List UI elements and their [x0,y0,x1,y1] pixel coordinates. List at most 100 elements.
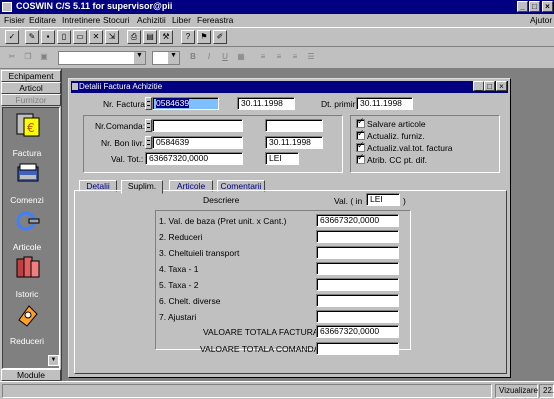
articles-icon[interactable] [15,208,41,234]
chevron-down-icon[interactable]: ▼ [134,52,145,64]
align-left-icon[interactable]: ≡ [256,50,270,64]
nr-bon-spinner[interactable] [145,136,152,149]
invoice-icon[interactable]: € [15,112,41,138]
maximize-button[interactable]: □ [529,1,540,12]
taxa-2-field[interactable] [316,278,399,291]
history-icon[interactable] [15,255,41,281]
orders-icon[interactable] [15,161,41,187]
font-select[interactable]: ▼ [58,51,146,65]
taxa-1-field[interactable] [316,262,399,275]
delete-doc-icon[interactable]: ✕ [89,30,103,44]
scroll-down-button[interactable]: ▼ [48,355,59,366]
menu-editare[interactable]: Editare [29,15,56,25]
supl-row-label: 1. Val. de baza (Pret unit. x Cant.) [159,216,287,226]
total-factura-label: VALOARE TOTALA FACTURA : [203,327,323,337]
window-icon[interactable] [72,83,78,90]
total-factura-field[interactable]: 63667320,0000 [316,325,399,338]
supl-row-label: 3. Cheltuieli transport [159,248,240,258]
checkbox-label: Salvare articole [367,119,426,129]
sidebar-item-factura[interactable]: Factura [3,148,51,158]
sidebar-item-reduceri[interactable]: Reduceri [3,336,51,346]
checkbox-atrib-cc[interactable] [356,153,365,164]
help-icon[interactable]: ? [181,30,195,44]
ajustari-field[interactable] [316,310,399,323]
new-doc-icon[interactable]: ▯ [57,30,71,44]
descriere-header: Descriere [203,195,240,205]
close-button[interactable]: × [542,1,553,12]
sidebar-tab-module[interactable]: Module [1,369,61,381]
color-icon[interactable]: ▦ [234,50,248,64]
pin-icon[interactable]: ✐ [213,30,227,44]
print-icon[interactable]: ⎙ [127,30,141,44]
checkbox-label: Atrib. CC pt. dif. [367,155,427,165]
align-right-icon[interactable]: ≡ [288,50,302,64]
nr-comanda-field[interactable] [152,119,243,132]
open-doc-icon[interactable]: ▭ [73,30,87,44]
checkbox-actualiz-val-tot[interactable] [356,141,365,152]
sidebar-item-istoric[interactable]: Istoric [3,289,51,299]
menu-fereastra[interactable]: Fereastra [197,15,233,25]
chelt-diverse-field[interactable] [316,294,399,307]
list-icon[interactable]: ☰ [304,50,318,64]
align-center-icon[interactable]: ≡ [272,50,286,64]
sidebar-panel: € Factura Comenzi Articole Istoric Reduc… [2,107,60,369]
nr-bon-label: Nr. Bon livr.: [101,138,147,148]
bold-icon[interactable]: B [186,50,200,64]
currency-field[interactable]: LEI [265,152,299,165]
window-maximize-button[interactable]: □ [484,81,495,91]
transport-field[interactable] [316,246,399,259]
menu-ajutor[interactable]: Ajutor [530,15,552,25]
bon-date-field[interactable]: 30.11.1998 [265,136,323,149]
preview-icon[interactable]: ▤ [143,30,157,44]
app-icon[interactable] [2,2,12,12]
status-value: 22.0 [539,384,554,398]
nr-comanda-label: Nr.Comanda: [95,121,146,131]
window-minimize-button[interactable]: _ [473,81,484,91]
val-baza-field[interactable]: 63667320,0000 [316,214,399,227]
nr-bon-field[interactable]: 0584639 [152,136,243,149]
window-close-button[interactable]: × [496,81,507,91]
nr-factura-field[interactable]: 0584639 [152,97,219,110]
total-comanda-field[interactable] [316,342,399,355]
sidebar-tab-furnizor[interactable]: Furnizor [1,94,61,106]
cut-icon[interactable]: ✂ [5,50,19,64]
val-tot-field[interactable]: 63667320,0000 [145,152,243,165]
chevron-down-icon[interactable]: ▼ [168,52,179,64]
paste-icon[interactable]: ▣ [37,50,51,64]
minimize-button[interactable]: _ [517,1,528,12]
sidebar-tab-articol[interactable]: Articol [1,82,61,94]
comanda-extra-field[interactable] [265,119,323,132]
underline-icon[interactable]: U [218,50,232,64]
sidebar-item-articole[interactable]: Articole [3,242,51,252]
discounts-icon[interactable] [15,302,41,328]
save-icon[interactable]: ▪ [41,30,55,44]
italic-icon[interactable]: I [202,50,216,64]
dt-primirii-field[interactable]: 30.11.1998 [356,97,413,110]
menu-stocuri[interactable]: Stocuri [103,15,129,25]
menu-liber[interactable]: Liber [172,15,191,25]
app-title: COSWIN C/S 5.11 for supervisor@pii [16,1,173,11]
status-mode: Vizualizare [495,384,538,398]
val-currency-field[interactable]: LEI [366,193,400,206]
app-titlebar: COSWIN C/S 5.11 for supervisor@pii _ □ × [0,0,554,14]
nr-comanda-spinner[interactable] [145,119,152,132]
edit-icon[interactable]: ✎ [25,30,39,44]
tab-suplim[interactable]: Suplim. [121,180,163,194]
checkbox-salvare-articole[interactable] [356,117,365,128]
menu-intretinere[interactable]: Intretinere [62,15,100,25]
copy-icon[interactable]: ❐ [21,50,35,64]
module-sidebar: Echipament Articol Furnizor € Factura Co… [0,69,62,381]
sidebar-tab-echipament[interactable]: Echipament [1,70,61,82]
reduceri-field[interactable] [316,230,399,243]
insert-icon[interactable]: ⇲ [105,30,119,44]
menu-achizitii[interactable]: Achizitii [137,15,166,25]
nr-factura-spinner[interactable] [145,97,152,110]
checkmark-icon[interactable]: ✓ [5,30,19,44]
size-select[interactable]: ▼ [152,51,180,65]
tools-icon[interactable]: ⚒ [159,30,173,44]
invoice-date-field[interactable]: 30.11.1998 [237,97,295,110]
flag-icon[interactable]: ⚑ [197,30,211,44]
sidebar-item-comenzi[interactable]: Comenzi [3,195,51,205]
checkbox-actualiz-furniz[interactable] [356,129,365,140]
menu-fisier[interactable]: Fisier [4,15,25,25]
